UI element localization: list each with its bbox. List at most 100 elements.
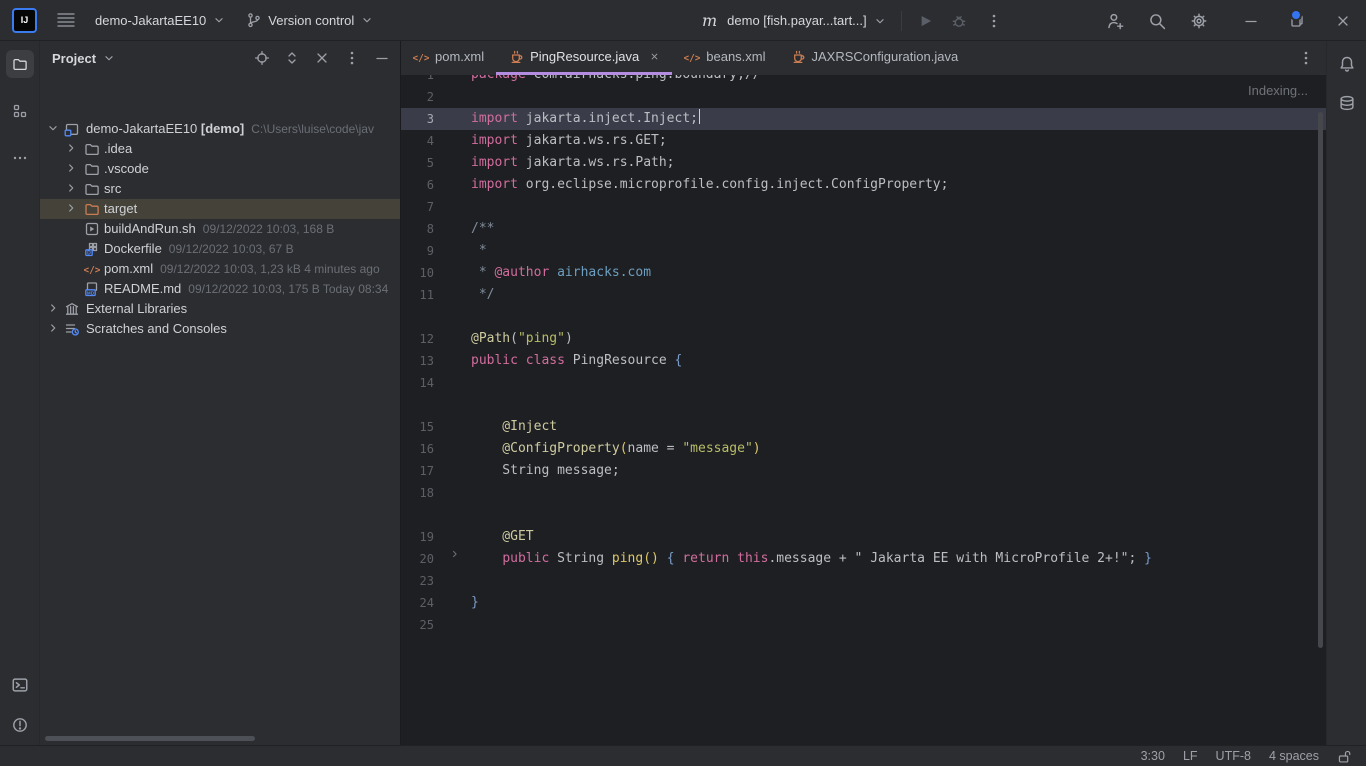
line-number[interactable]: 4 (401, 130, 434, 152)
tree-item-target[interactable]: target (40, 199, 400, 219)
status-item-encoding[interactable]: UTF-8 (1216, 749, 1251, 763)
line-number[interactable]: 17 (401, 460, 434, 482)
code-line-4[interactable]: 4import jakarta.ws.rs.GET; (401, 130, 1326, 152)
fold-arrow-icon[interactable] (449, 548, 461, 560)
tree-item-src[interactable]: src (40, 179, 400, 199)
run-config-selector[interactable]: demo [fish.payar...tart...] (727, 13, 886, 28)
code-line-3[interactable]: 3import jakarta.inject.Inject; (401, 108, 1326, 130)
code-line-13[interactable]: 13public class PingResource { (401, 350, 1326, 372)
line-number[interactable]: 20 (401, 548, 434, 570)
code-line-14[interactable]: 14 (401, 372, 1326, 394)
line-number[interactable]: 23 (401, 570, 434, 592)
code-line-6[interactable]: 6import org.eclipse.microprofile.config.… (401, 174, 1326, 196)
line-number[interactable]: 15 (401, 416, 434, 438)
hamburger-menu-icon[interactable] (57, 12, 75, 28)
code-line-9[interactable]: 9 * (401, 240, 1326, 262)
unlocked-padlock-icon[interactable] (1337, 749, 1352, 764)
chevron-right-icon[interactable] (46, 301, 60, 315)
tool-stripe-project[interactable] (6, 50, 34, 78)
code-line-25[interactable]: 25 (401, 614, 1326, 636)
line-number[interactable]: 9 (401, 240, 434, 262)
line-number[interactable]: 13 (401, 350, 434, 372)
status-item-indent[interactable]: 4 spaces (1269, 749, 1319, 763)
line-number[interactable]: 1 (401, 75, 434, 86)
settings-gear-icon[interactable] (1178, 0, 1220, 41)
tree-item-demo-JakartaEE10[interactable]: demo-JakartaEE10 [demo]C:\Users\luise\co… (40, 119, 400, 139)
code-line-15[interactable]: 15 @Inject (401, 416, 1326, 438)
code-line-blank[interactable] (401, 394, 1326, 416)
code-line-blank[interactable] (401, 504, 1326, 526)
code-editor[interactable]: 1package com.airhacks.ping.boundary;//23… (401, 75, 1326, 745)
project-panel-title[interactable]: Project (52, 51, 116, 66)
code-line-24[interactable]: 24} (401, 592, 1326, 614)
tool-stripe-terminal[interactable] (6, 671, 34, 699)
tree-item-Scratches and Consoles[interactable]: Scratches and Consoles (40, 319, 400, 339)
more-options-icon[interactable] (344, 50, 360, 66)
line-number[interactable]: 19 (401, 526, 434, 548)
code-line-23[interactable]: 23 (401, 570, 1326, 592)
code-line-7[interactable]: 7 (401, 196, 1326, 218)
tree-item-pom.xml[interactable]: </>pom.xml09/12/2022 10:03, 1,23 kB 4 mi… (40, 259, 400, 279)
tree-item-Dockerfile[interactable]: DDockerfile09/12/2022 10:03, 67 B (40, 239, 400, 259)
code-line-18[interactable]: 18 (401, 482, 1326, 504)
status-item-caret-position[interactable]: 3:30 (1141, 749, 1165, 763)
chevron-right-icon[interactable] (64, 141, 78, 155)
status-item-line-ending[interactable]: LF (1183, 749, 1198, 763)
tab-JAXRSConfiguration.java[interactable]: JAXRSConfiguration.java (778, 41, 971, 75)
tool-stripe-database[interactable] (1333, 89, 1361, 117)
chevron-right-icon[interactable] (64, 201, 78, 215)
line-number[interactable]: 6 (401, 174, 434, 196)
tree-item-External Libraries[interactable]: External Libraries (40, 299, 400, 319)
debug-icon[interactable] (950, 12, 968, 30)
line-number[interactable]: 18 (401, 482, 434, 504)
line-number[interactable]: 2 (401, 86, 434, 108)
vcs-widget[interactable]: Version control (246, 12, 374, 28)
code-line-17[interactable]: 17 String message; (401, 460, 1326, 482)
chevron-down-icon[interactable] (46, 121, 60, 135)
code-line-16[interactable]: 16 @ConfigProperty(name = "message") (401, 438, 1326, 460)
close-tab-icon[interactable] (649, 51, 660, 62)
search-icon[interactable] (1136, 0, 1178, 41)
tree-item-.idea[interactable]: .idea (40, 139, 400, 159)
collapse-all-icon[interactable] (314, 50, 330, 66)
line-number[interactable]: 3 (401, 108, 434, 130)
code-line-8[interactable]: 8/** (401, 218, 1326, 240)
tree-item-buildAndRun.sh[interactable]: buildAndRun.sh09/12/2022 10:03, 168 B (40, 219, 400, 239)
code-line-12[interactable]: 12@Path("ping") (401, 328, 1326, 350)
line-number[interactable]: 8 (401, 218, 434, 240)
vertical-scrollbar[interactable] (1318, 112, 1323, 648)
tab-beans.xml[interactable]: </>beans.xml (672, 41, 777, 75)
close-icon[interactable] (1320, 0, 1366, 41)
run-icon[interactable] (916, 12, 934, 30)
line-number[interactable]: 14 (401, 372, 434, 394)
more-icon[interactable] (986, 13, 1002, 29)
code-line-19[interactable]: 19 @GET (401, 526, 1326, 548)
code-line-5[interactable]: 5import jakarta.ws.rs.Path; (401, 152, 1326, 174)
expand-all-icon[interactable] (284, 50, 300, 66)
add-user-icon[interactable] (1094, 0, 1136, 41)
minimize-icon[interactable] (1228, 0, 1274, 41)
code-line-1[interactable]: 1package com.airhacks.ping.boundary;// (401, 75, 1326, 86)
horizontal-scrollbar[interactable] (45, 736, 255, 741)
line-number[interactable]: 5 (401, 152, 434, 174)
line-number[interactable]: 25 (401, 614, 434, 636)
code-line-10[interactable]: 10 * @author airhacks.com (401, 262, 1326, 284)
hide-panel-icon[interactable] (374, 50, 390, 66)
chevron-right-icon[interactable] (64, 161, 78, 175)
tab-overflow-more-icon[interactable] (1298, 50, 1314, 66)
chevron-right-icon[interactable] (46, 321, 60, 335)
chevron-right-icon[interactable] (64, 181, 78, 195)
tree-item-README.md[interactable]: MDREADME.md09/12/2022 10:03, 175 B Today… (40, 279, 400, 299)
code-line-2[interactable]: 2 (401, 86, 1326, 108)
tree-item-.vscode[interactable]: .vscode (40, 159, 400, 179)
code-line-blank[interactable] (401, 306, 1326, 328)
line-number[interactable]: 24 (401, 592, 434, 614)
tool-stripe-notifications[interactable] (1333, 50, 1361, 78)
code-line-11[interactable]: 11 */ (401, 284, 1326, 306)
tab-pom.xml[interactable]: </>pom.xml (401, 41, 496, 75)
tool-stripe-more-tool-windows[interactable] (6, 144, 34, 172)
tool-stripe-problems[interactable] (6, 711, 34, 739)
locate-file-icon[interactable] (254, 50, 270, 66)
tool-stripe-structure[interactable] (6, 97, 34, 125)
line-number[interactable]: 12 (401, 328, 434, 350)
